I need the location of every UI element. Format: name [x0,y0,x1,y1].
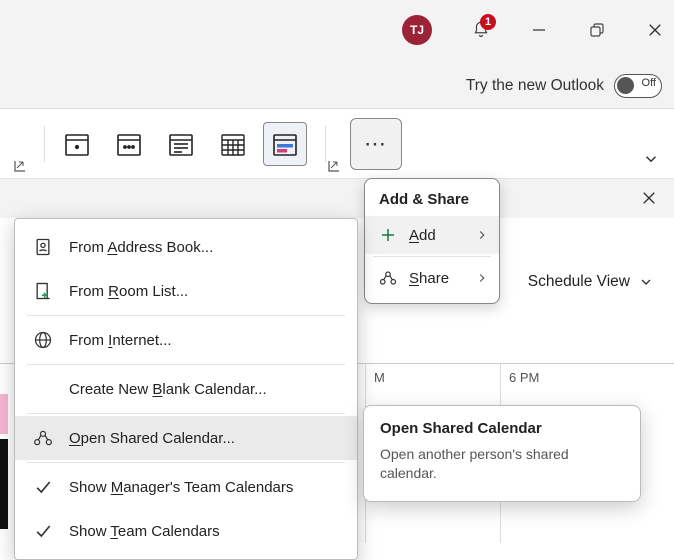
create-blank-calendar-item[interactable]: Create New Blank Calendar... [15,367,357,411]
work-week-icon [116,131,142,157]
address-book-icon [33,237,53,257]
add-label: Add [409,227,436,244]
appointment-bar[interactable] [0,439,8,529]
open-shared-calendar-item[interactable]: Open Shared Calendar... [15,416,357,460]
calendar-view-ribbon: ⋯ [0,108,674,178]
add-share-title: Add & Share [365,185,499,216]
notifications-button[interactable]: 1 [472,20,490,41]
share-label: Share [409,270,449,287]
day-view-button[interactable] [55,122,99,166]
room-list-icon [33,281,53,301]
work-week-view-button[interactable] [107,122,151,166]
week-view-icon [168,131,194,157]
menu-item-label: Show Manager's Team Calendars [69,479,293,496]
schedule-view-button[interactable] [263,122,307,166]
restore-button[interactable] [588,21,606,39]
menu-item-label: Create New Blank Calendar... [69,381,267,398]
from-address-book-item[interactable]: From Address Book... [15,225,357,269]
ellipsis-icon: ⋯ [364,131,388,157]
schedule-view-dropdown[interactable]: Schedule View [528,273,654,291]
menu-item-label: From Address Book... [69,239,213,256]
toggle-off-label: Off [642,77,656,89]
info-strip [0,178,674,218]
from-room-list-item[interactable]: From Room List... [15,269,357,313]
appointment-bar[interactable] [0,394,8,434]
try-new-outlook: Try the new Outlook Off [466,74,662,98]
share-icon [379,269,397,287]
notification-badge: 1 [480,14,496,30]
arrange-group-launcher-icon[interactable] [328,160,340,172]
show-managers-team-item[interactable]: Show Manager's Team Calendars [15,465,357,509]
menu-item-label: Open Shared Calendar... [69,430,235,447]
globe-icon [33,330,53,350]
minimize-button[interactable] [530,21,548,39]
add-calendar-context-menu: From Address Book... From Room List... F… [14,218,358,560]
add-share-panel: Add & Share Add Share [364,178,500,304]
schedule-view-label: Schedule View [528,273,630,291]
menu-item-label: From Room List... [69,283,188,300]
shared-calendar-icon [33,428,53,448]
plus-icon [379,226,397,244]
user-avatar[interactable]: TJ [402,15,432,45]
show-team-calendars-item[interactable]: Show Team Calendars [15,509,357,553]
day-view-icon [64,131,90,157]
strip-close-button[interactable] [640,189,658,207]
ribbon-collapse-button[interactable] [642,150,660,168]
schedule-view-icon [272,131,298,157]
tooltip-title: Open Shared Calendar [380,420,624,437]
blank-icon [33,379,53,399]
chevron-right-icon [475,228,489,242]
menu-item-label: From Internet... [69,332,172,349]
share-calendar-menu[interactable]: Share [365,259,499,297]
check-icon [33,477,53,497]
week-view-button[interactable] [159,122,203,166]
group-launcher-icon[interactable] [14,160,26,172]
tooltip: Open Shared Calendar Open another person… [363,405,641,502]
month-view-icon [220,131,246,157]
try-new-toggle[interactable]: Off [614,74,662,98]
more-commands-button[interactable]: ⋯ [350,118,402,170]
close-button[interactable] [646,21,664,39]
tooltip-body: Open another person's shared calendar. [380,445,624,483]
menu-item-label: Show Team Calendars [69,523,220,540]
title-bar: TJ 1 Try the new Outlook Off [0,0,674,108]
chevron-right-icon [475,271,489,285]
add-calendar-menu[interactable]: Add [365,216,499,254]
try-new-label: Try the new Outlook [466,77,604,95]
chevron-down-icon [638,274,654,290]
check-icon [33,521,53,541]
from-internet-item[interactable]: From Internet... [15,318,357,362]
month-view-button[interactable] [211,122,255,166]
